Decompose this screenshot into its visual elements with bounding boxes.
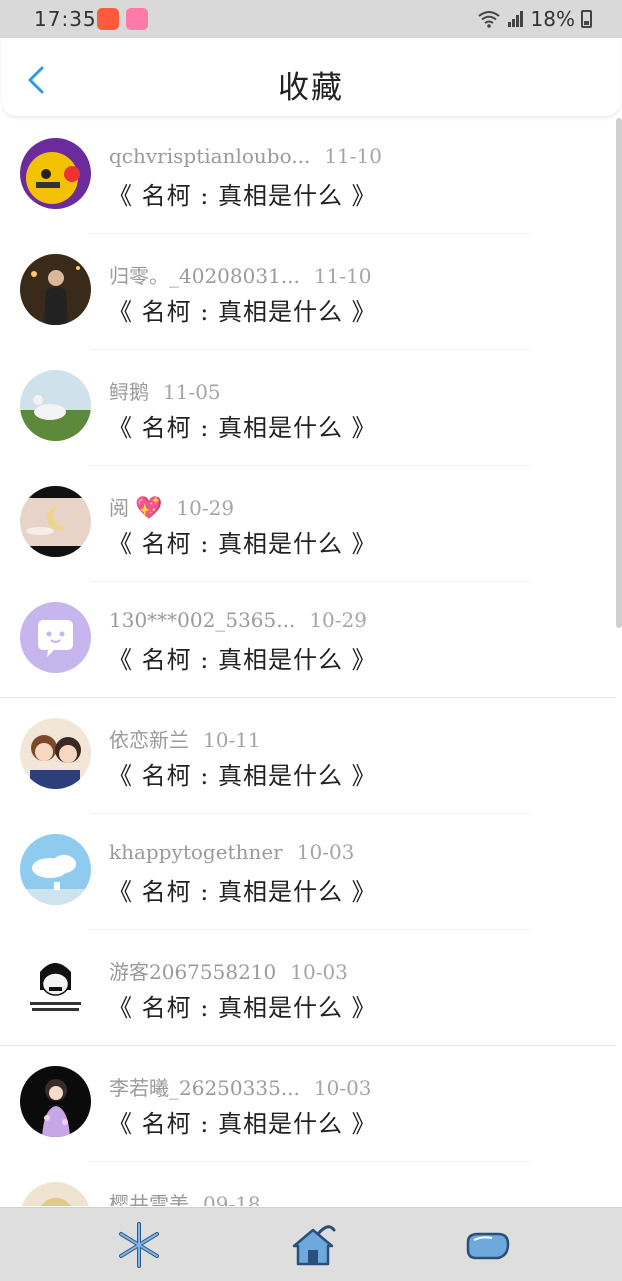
- yellow-cartoon-avatar[interactable]: [20, 138, 91, 209]
- work-title[interactable]: 《 名柯 : 真相是什么 》: [108, 872, 377, 907]
- username[interactable]: 130***002_5365...: [109, 608, 295, 632]
- list-item[interactable]: 阅 💖 10-29 《 名柯 : 真相是什么 》: [0, 466, 616, 582]
- work-title[interactable]: 《 名柯 : 真相是什么 》: [108, 408, 377, 443]
- username[interactable]: 游客2067558210: [109, 956, 276, 985]
- list-item[interactable]: 樱井雪美 09-18: [0, 1162, 616, 1206]
- work-title[interactable]: 《 名柯 : 真相是什么 》: [108, 292, 377, 327]
- battery-percent: 18%: [530, 7, 575, 31]
- list-item[interactable]: 游客2067558210 10-03 《 名柯 : 真相是什么 》: [0, 930, 616, 1046]
- work-title[interactable]: 《 名柯 : 真相是什么 》: [108, 640, 377, 675]
- date: 10-29: [176, 496, 235, 520]
- work-title[interactable]: 《 名柯 : 真相是什么 》: [108, 524, 377, 559]
- list-item[interactable]: 依恋新兰 10-11 《 名柯 : 真相是什么 》: [0, 698, 616, 814]
- default-chat-avatar[interactable]: [20, 602, 91, 673]
- bottom-tab-bar: [0, 1207, 622, 1281]
- work-title[interactable]: 《 名柯 : 真相是什么 》: [108, 756, 377, 791]
- status-bar: 17:35 18%: [0, 0, 622, 38]
- signal-icon: [507, 11, 523, 27]
- glove-icon[interactable]: [462, 1220, 512, 1270]
- favorites-list[interactable]: qchvrisptianloubo... 11-10 《 名柯 : 真相是什么 》…: [0, 118, 616, 1206]
- list-item[interactable]: 归零。_40208031... 11-10 《 名柯 : 真相是什么 》: [0, 234, 616, 350]
- scrollbar[interactable]: [616, 118, 622, 628]
- battery-icon: [581, 10, 592, 28]
- username[interactable]: 阅: [109, 492, 129, 521]
- snowflake-icon[interactable]: [114, 1220, 164, 1270]
- username[interactable]: qchvrisptianloubo...: [109, 144, 310, 168]
- meme-face-avatar[interactable]: [20, 950, 91, 1021]
- date: 10-03: [313, 1076, 372, 1100]
- username[interactable]: 归零。_40208031...: [109, 260, 300, 289]
- username[interactable]: 鲟鹅: [109, 376, 149, 405]
- username[interactable]: 依恋新兰: [109, 724, 189, 753]
- list-item[interactable]: 130***002_5365... 10-29 《 名柯 : 真相是什么 》: [0, 582, 616, 698]
- date: 10-29: [309, 608, 367, 632]
- status-time: 17:35: [34, 7, 97, 31]
- moon-sky-avatar[interactable]: [20, 486, 91, 557]
- anime-girl-avatar[interactable]: [20, 1066, 91, 1137]
- list-item[interactable]: 鲟鹅 11-05 《 名柯 : 真相是什么 》: [0, 350, 616, 466]
- date: 11-10: [324, 144, 382, 168]
- username[interactable]: khappytogethner: [109, 840, 283, 864]
- work-title[interactable]: 《 名柯 : 真相是什么 》: [108, 176, 377, 211]
- list-item[interactable]: khappytogethner 10-03 《 名柯 : 真相是什么 》: [0, 814, 616, 930]
- date: 09-18: [203, 1192, 261, 1206]
- list-item[interactable]: qchvrisptianloubo... 11-10 《 名柯 : 真相是什么 》: [0, 118, 616, 234]
- wifi-icon: [477, 11, 500, 28]
- username[interactable]: 李若曦_26250335...: [109, 1072, 300, 1101]
- date: 10-11: [203, 728, 261, 752]
- date: 10-03: [290, 960, 348, 984]
- work-title[interactable]: 《 名柯 : 真相是什么 》: [108, 988, 377, 1023]
- date: 10-03: [296, 840, 355, 864]
- list-item[interactable]: 李若曦_26250335... 10-03 《 名柯 : 真相是什么 》: [0, 1046, 616, 1162]
- notification-app-icon: [126, 8, 148, 30]
- cloud-sky-avatar[interactable]: [20, 834, 91, 905]
- house-icon[interactable]: [288, 1220, 338, 1270]
- work-title[interactable]: 《 名柯 : 真相是什么 》: [108, 1104, 377, 1139]
- heart-emoji: 💖: [135, 496, 163, 521]
- header: 收藏: [2, 38, 620, 116]
- photo-person-avatar[interactable]: [20, 254, 91, 325]
- anime-couple-avatar[interactable]: [20, 718, 91, 789]
- notification-app-icon: [97, 8, 119, 30]
- page-title: 收藏: [278, 70, 344, 106]
- username[interactable]: 樱井雪美: [109, 1188, 189, 1206]
- date: 11-05: [163, 380, 221, 404]
- goose-photo-avatar[interactable]: [20, 370, 91, 441]
- blonde-avatar[interactable]: [20, 1182, 91, 1206]
- date: 11-10: [313, 264, 372, 288]
